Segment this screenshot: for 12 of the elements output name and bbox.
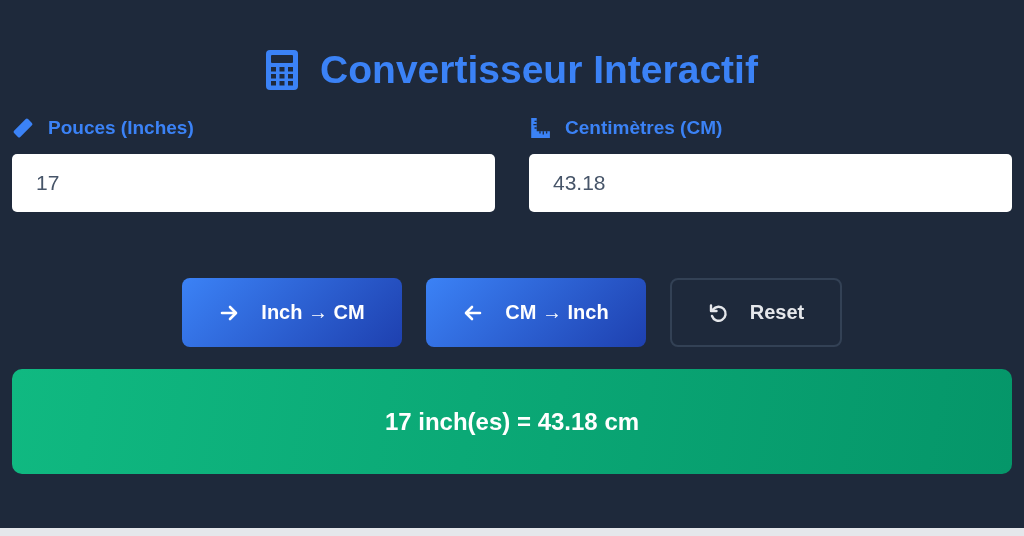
- reset-button[interactable]: Reset: [670, 278, 842, 347]
- page-title: Convertisseur Interactif: [320, 48, 758, 92]
- field-label: Centimètres (CM): [565, 117, 723, 139]
- field-label: Pouces (Inches): [48, 117, 194, 139]
- input-field[interactable]: 43.18: [529, 154, 1012, 212]
- result-text: 17 inch(es) = 43.18 cm: [384, 407, 640, 436]
- convert-button[interactable]: CM → Inch: [426, 278, 646, 347]
- convert-button[interactable]: Inch → CM: [182, 278, 402, 347]
- input-field[interactable]: 17: [12, 154, 495, 212]
- undo-icon: [707, 302, 728, 323]
- calculator-icon: [266, 50, 299, 90]
- ruler-icon: [529, 117, 551, 139]
